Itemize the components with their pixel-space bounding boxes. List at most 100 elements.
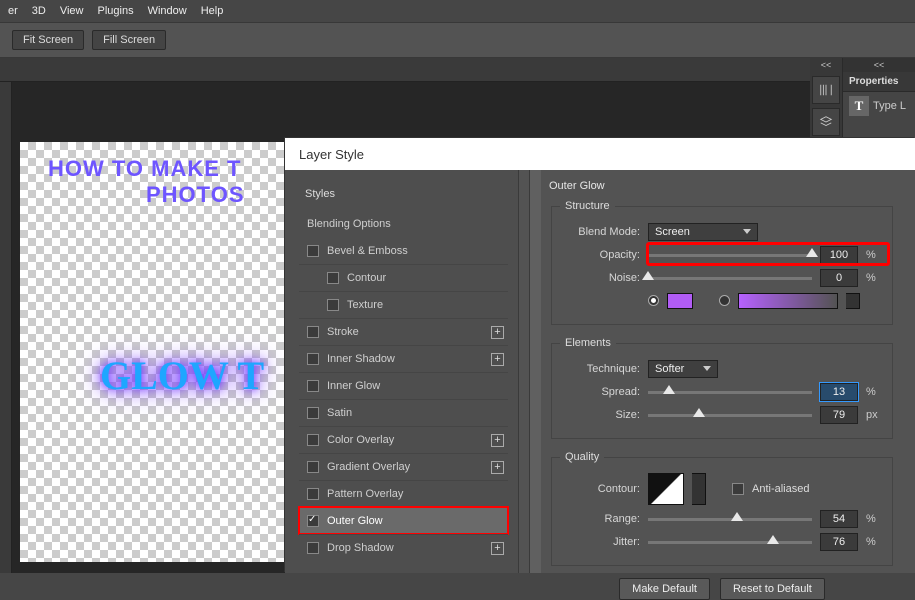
options-bar: Fit Screen Fill Screen xyxy=(0,22,915,58)
color-swatch[interactable] xyxy=(667,293,693,309)
collapse-indicator[interactable]: << xyxy=(821,58,832,72)
add-effect-button[interactable]: + xyxy=(491,542,504,555)
spread-slider[interactable] xyxy=(648,382,812,402)
elements-group: Elements Technique: Softer Spread: 13 xyxy=(551,337,893,439)
menu-item[interactable]: View xyxy=(60,5,84,17)
blending-options-row[interactable]: Blending Options xyxy=(299,212,508,235)
style-checkbox[interactable] xyxy=(307,380,319,392)
spread-value[interactable]: 13 xyxy=(820,383,858,401)
collapse-indicator[interactable]: << xyxy=(843,58,915,72)
ruler-edge xyxy=(0,82,12,573)
dialog-title[interactable]: Layer Style xyxy=(285,138,915,170)
group-legend: Quality xyxy=(560,451,604,463)
style-row-texture[interactable]: Texture xyxy=(299,291,508,318)
fill-screen-button[interactable]: Fill Screen xyxy=(92,30,166,50)
style-checkbox[interactable] xyxy=(307,542,319,554)
layers-icon xyxy=(819,115,833,129)
row-label: Pattern Overlay xyxy=(327,488,403,500)
style-row-stroke[interactable]: Stroke + xyxy=(299,318,508,345)
row-label: Stroke xyxy=(327,326,359,338)
jitter-slider[interactable] xyxy=(648,532,812,552)
menu-item[interactable]: Window xyxy=(148,5,187,17)
range-slider[interactable] xyxy=(648,509,812,529)
noise-slider[interactable] xyxy=(648,268,812,288)
style-checkbox[interactable] xyxy=(307,407,319,419)
jitter-label: Jitter: xyxy=(560,536,640,548)
noise-value[interactable]: 0 xyxy=(820,269,858,287)
unit-label: % xyxy=(866,249,884,261)
style-checkbox[interactable] xyxy=(307,488,319,500)
panel-icon-tab[interactable] xyxy=(812,108,840,136)
style-row-inner-glow[interactable]: Inner Glow xyxy=(299,372,508,399)
style-row-gradient-overlay[interactable]: Gradient Overlay + xyxy=(299,453,508,480)
styles-scrollbar[interactable] xyxy=(529,170,541,573)
style-row-satin[interactable]: Satin xyxy=(299,399,508,426)
menu-item[interactable]: 3D xyxy=(32,5,46,17)
style-row-color-overlay[interactable]: Color Overlay + xyxy=(299,426,508,453)
canvas[interactable]: HOW TO MAKE T PHOTOS GLOW T xyxy=(20,142,285,562)
size-value[interactable]: 79 xyxy=(820,406,858,424)
properties-panel-title: Properties xyxy=(843,72,915,92)
style-row-bevel-emboss[interactable]: Bevel & Emboss xyxy=(299,237,508,264)
styles-header[interactable]: Styles xyxy=(299,182,508,210)
style-checkbox[interactable] xyxy=(307,245,319,257)
row-label: Inner Shadow xyxy=(327,353,395,365)
size-slider[interactable] xyxy=(648,405,812,425)
opacity-slider[interactable] xyxy=(648,245,812,265)
fit-screen-button[interactable]: Fit Screen xyxy=(12,30,84,50)
style-checkbox[interactable] xyxy=(307,515,319,527)
menu-item[interactable]: Help xyxy=(201,5,224,17)
row-label: Bevel & Emboss xyxy=(327,245,408,257)
add-effect-button[interactable]: + xyxy=(491,353,504,366)
size-label: Size: xyxy=(560,409,640,421)
menu-bar: er 3D View Plugins Window Help xyxy=(0,0,915,22)
contour-picker-caret[interactable] xyxy=(692,473,706,505)
style-row-pattern-overlay[interactable]: Pattern Overlay xyxy=(299,480,508,507)
add-effect-button[interactable]: + xyxy=(491,326,504,339)
gradient-swatch[interactable] xyxy=(738,293,838,309)
size-row: Size: 79 px xyxy=(560,403,884,426)
jitter-value[interactable]: 76 xyxy=(820,533,858,551)
style-checkbox[interactable] xyxy=(327,299,339,311)
color-radio[interactable] xyxy=(648,295,659,306)
contour-swatch[interactable] xyxy=(648,473,684,505)
row-label: Blending Options xyxy=(307,218,391,230)
make-default-button[interactable]: Make Default xyxy=(619,578,710,600)
style-checkbox[interactable] xyxy=(307,461,319,473)
reset-default-button[interactable]: Reset to Default xyxy=(720,578,825,600)
unit-label: % xyxy=(866,272,884,284)
structure-group: Structure Blend Mode: Screen Opacity: 10… xyxy=(551,200,893,325)
style-checkbox[interactable] xyxy=(307,434,319,446)
row-label: Gradient Overlay xyxy=(327,461,410,473)
anti-aliased-checkbox[interactable] xyxy=(732,483,744,495)
menu-item[interactable]: Plugins xyxy=(98,5,134,17)
style-checkbox[interactable] xyxy=(327,272,339,284)
style-checkbox[interactable] xyxy=(307,353,319,365)
technique-row: Technique: Softer xyxy=(560,357,884,380)
technique-select[interactable]: Softer xyxy=(648,360,718,378)
style-row-drop-shadow[interactable]: Drop Shadow + xyxy=(299,534,508,561)
style-checkbox[interactable] xyxy=(307,326,319,338)
panel-icon-tab[interactable] xyxy=(812,76,840,104)
style-row-contour[interactable]: Contour xyxy=(299,264,508,291)
row-label: Drop Shadow xyxy=(327,542,394,554)
add-effect-button[interactable]: + xyxy=(491,461,504,474)
layer-row[interactable]: T Type L xyxy=(843,92,915,120)
group-legend: Structure xyxy=(560,200,615,212)
add-effect-button[interactable]: + xyxy=(491,434,504,447)
menu-item[interactable]: er xyxy=(8,5,18,17)
chevron-down-icon xyxy=(703,366,711,371)
noise-label: Noise: xyxy=(560,272,640,284)
row-label: Satin xyxy=(327,407,352,419)
gradient-picker-caret[interactable] xyxy=(846,293,860,309)
blend-mode-select[interactable]: Screen xyxy=(648,223,758,241)
document-tab-strip[interactable] xyxy=(0,58,915,82)
gradient-radio[interactable] xyxy=(719,295,730,306)
group-legend: Elements xyxy=(560,337,616,349)
opacity-value[interactable]: 100 xyxy=(820,246,858,264)
style-row-inner-shadow[interactable]: Inner Shadow + xyxy=(299,345,508,372)
style-row-outer-glow[interactable]: Outer Glow xyxy=(299,507,508,534)
text-layer-glow: GLOW T xyxy=(100,352,264,399)
row-label: Color Overlay xyxy=(327,434,394,446)
range-value[interactable]: 54 xyxy=(820,510,858,528)
